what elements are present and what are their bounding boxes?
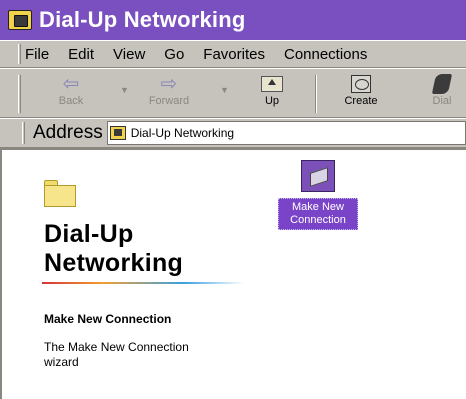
up-folder-icon (261, 76, 283, 92)
folder-content[interactable]: Dial-Up Networking Make New Connection T… (0, 148, 466, 399)
explorer-window: Dial-Up Networking File Edit View Go Fav… (0, 0, 466, 399)
forward-dropdown-icon[interactable]: ▼ (220, 85, 229, 95)
forward-arrow-icon: ⇨ (160, 73, 178, 95)
back-label: Back (58, 95, 84, 107)
selected-item-description: The Make New Connection wizard (44, 340, 189, 369)
forward-label: Forward (148, 95, 190, 107)
address-field[interactable]: Dial-Up Networking (106, 121, 466, 145)
create-label: Create (344, 95, 378, 107)
web-view-panel: Dial-Up Networking Make New Connection T… (42, 180, 244, 370)
dial-icon-wrap (424, 73, 460, 95)
folder-body (44, 185, 76, 207)
selected-item-name: Make New Connection (44, 312, 172, 326)
forward-button[interactable]: ⇨ Forward (138, 73, 200, 115)
dial-button[interactable]: Dial (424, 73, 460, 115)
menu-connections[interactable]: Connections (284, 46, 367, 63)
menu-view[interactable]: View (113, 46, 145, 63)
toolbar-separator (315, 75, 317, 113)
file-label: Make New Connection (278, 198, 358, 230)
create-icon (351, 75, 371, 93)
up-button[interactable]: Up (254, 73, 290, 115)
dial-up-folder-icon (109, 126, 126, 140)
menubar-grip[interactable] (18, 44, 21, 64)
menu-bar: File Edit View Go Favorites Connections (0, 40, 466, 68)
menu-edit[interactable]: Edit (68, 46, 94, 63)
folder-icon (44, 180, 76, 208)
menu-favorites[interactable]: Favorites (203, 46, 265, 63)
make-new-connection-icon (301, 160, 335, 192)
address-label: Address (33, 122, 103, 143)
dial-up-folder-icon (8, 10, 32, 30)
panel-title: Dial-Up Networking (44, 220, 184, 277)
back-arrow-icon: ⇦ (62, 73, 80, 95)
menu-go[interactable]: Go (164, 46, 184, 63)
dial-label: Dial (432, 95, 452, 107)
up-label: Up (264, 95, 280, 107)
back-button[interactable]: ⇦ Back (46, 73, 96, 115)
up-icon-wrap (254, 73, 290, 95)
address-grip[interactable] (22, 122, 25, 144)
panel-divider (42, 282, 244, 284)
address-value: Dial-Up Networking (130, 126, 235, 140)
create-button[interactable]: Create (336, 73, 386, 115)
toolbar: ⇦ Back ▼ ⇨ Forward ▼ Up Create Dial (0, 68, 466, 118)
back-dropdown-icon[interactable]: ▼ (120, 85, 129, 95)
menu-file[interactable]: File (25, 46, 49, 63)
toolbar-grip[interactable] (18, 75, 21, 113)
make-new-connection-item[interactable]: Make New Connection (278, 160, 358, 230)
window-title: Dial-Up Networking (39, 7, 246, 32)
dial-icon (431, 74, 453, 94)
title-bar[interactable]: Dial-Up Networking (0, 0, 466, 40)
address-bar: Address Dial-Up Networking (0, 118, 466, 148)
create-icon-wrap (336, 73, 386, 95)
